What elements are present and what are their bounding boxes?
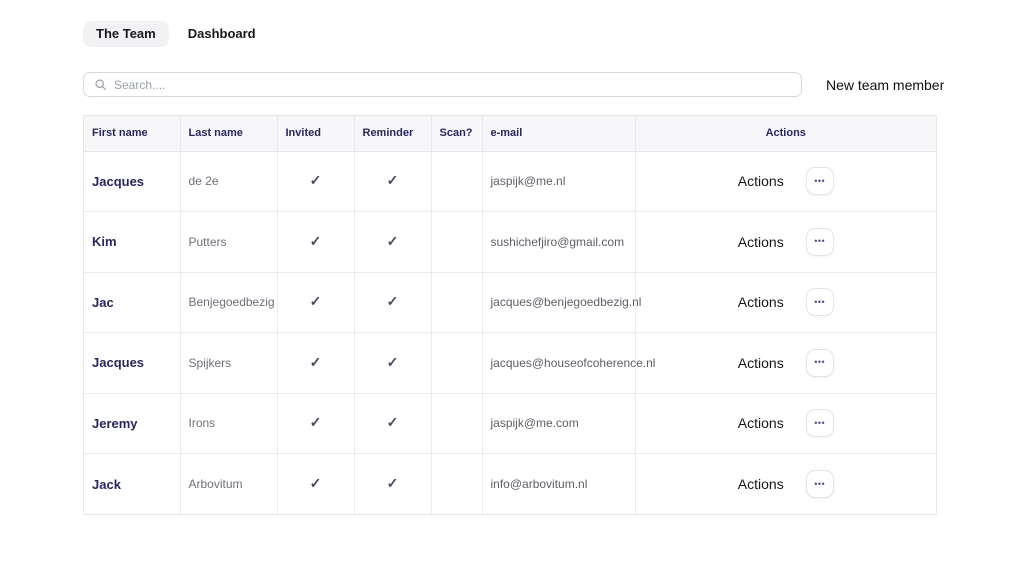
email-cell: jacques@benjegoedbezig.nl (482, 272, 635, 333)
invited-cell: ✓ (277, 151, 354, 212)
email-cell: jacques@houseofcoherence.nl (482, 333, 635, 394)
row-menu-button[interactable]: ••• (806, 288, 834, 316)
actions-cell: Actions ••• (635, 151, 936, 212)
actions-label: Actions (738, 355, 784, 371)
actions-label: Actions (738, 415, 784, 431)
invited-cell: ✓ (277, 393, 354, 454)
scan-cell (431, 212, 482, 273)
last-name-cell: de 2e (180, 151, 277, 212)
reminder-cell: ✓ (354, 212, 431, 273)
first-name-cell: Jac (84, 272, 180, 333)
actions-label: Actions (738, 173, 784, 189)
first-name-cell: Jacques (84, 333, 180, 394)
reminder-cell: ✓ (354, 454, 431, 515)
invited-cell: ✓ (277, 272, 354, 333)
row-menu-button[interactable]: ••• (806, 167, 834, 195)
check-icon: ✓ (387, 293, 399, 309)
reminder-cell: ✓ (354, 333, 431, 394)
check-icon: ✓ (310, 172, 322, 188)
scan-cell (431, 151, 482, 212)
check-icon: ✓ (310, 414, 322, 430)
actions-cell: Actions ••• (635, 393, 936, 454)
table-row: Jac Benjegoedbezig ✓ ✓ jacques@benjegoed… (84, 272, 936, 333)
ellipsis-icon: ••• (814, 237, 825, 246)
team-table: First name Last name Invited Reminder Sc… (83, 115, 937, 515)
toolbar: New team member (83, 72, 937, 97)
actions-cell: Actions ••• (635, 212, 936, 273)
ellipsis-icon: ••• (814, 419, 825, 428)
check-icon: ✓ (387, 475, 399, 491)
tab-the-team[interactable]: The Team (83, 21, 169, 47)
row-menu-button[interactable]: ••• (806, 470, 834, 498)
header-last-name: Last name (180, 116, 277, 151)
first-name-cell: Kim (84, 212, 180, 273)
email-cell: jaspijk@me.nl (482, 151, 635, 212)
new-team-member-button[interactable]: New team member (826, 77, 944, 93)
tab-bar: The Team Dashboard (83, 21, 937, 47)
first-name-cell: Jack (84, 454, 180, 515)
row-menu-button[interactable]: ••• (806, 409, 834, 437)
table-row: Jack Arbovitum ✓ ✓ info@arbovitum.nl Act… (84, 454, 936, 515)
last-name-cell: Benjegoedbezig (180, 272, 277, 333)
ellipsis-icon: ••• (814, 358, 825, 367)
email-cell: jaspijk@me.com (482, 393, 635, 454)
invited-cell: ✓ (277, 333, 354, 394)
header-email: e-mail (482, 116, 635, 151)
invited-cell: ✓ (277, 212, 354, 273)
row-menu-button[interactable]: ••• (806, 349, 834, 377)
check-icon: ✓ (310, 475, 322, 491)
scan-cell (431, 454, 482, 515)
check-icon: ✓ (310, 293, 322, 309)
first-name-cell: Jeremy (84, 393, 180, 454)
reminder-cell: ✓ (354, 393, 431, 454)
search-box[interactable] (83, 72, 802, 97)
actions-label: Actions (738, 294, 784, 310)
table-header-row: First name Last name Invited Reminder Sc… (84, 116, 936, 151)
tab-dashboard[interactable]: Dashboard (175, 21, 269, 47)
header-reminder: Reminder (354, 116, 431, 151)
last-name-cell: Irons (180, 393, 277, 454)
header-actions: Actions (635, 116, 936, 151)
check-icon: ✓ (387, 354, 399, 370)
header-first-name: First name (84, 116, 180, 151)
email-cell: sushichefjiro@gmail.com (482, 212, 635, 273)
page: The Team Dashboard New team member (0, 0, 1035, 515)
table-row: Jacques Spijkers ✓ ✓ jacques@houseofcohe… (84, 333, 936, 394)
scan-cell (431, 333, 482, 394)
reminder-cell: ✓ (354, 272, 431, 333)
actions-cell: Actions ••• (635, 333, 936, 394)
ellipsis-icon: ••• (814, 298, 825, 307)
reminder-cell: ✓ (354, 151, 431, 212)
actions-cell: Actions ••• (635, 454, 936, 515)
search-input[interactable] (114, 78, 793, 92)
first-name-cell: Jacques (84, 151, 180, 212)
check-icon: ✓ (310, 233, 322, 249)
actions-label: Actions (738, 234, 784, 250)
check-icon: ✓ (310, 354, 322, 370)
email-cell: info@arbovitum.nl (482, 454, 635, 515)
last-name-cell: Putters (180, 212, 277, 273)
ellipsis-icon: ••• (814, 177, 825, 186)
search-icon (94, 78, 107, 91)
table-row: Kim Putters ✓ ✓ sushichefjiro@gmail.com … (84, 212, 936, 273)
last-name-cell: Spijkers (180, 333, 277, 394)
row-menu-button[interactable]: ••• (806, 228, 834, 256)
scan-cell (431, 393, 482, 454)
check-icon: ✓ (387, 233, 399, 249)
actions-cell: Actions ••• (635, 272, 936, 333)
scan-cell (431, 272, 482, 333)
check-icon: ✓ (387, 172, 399, 188)
last-name-cell: Arbovitum (180, 454, 277, 515)
header-invited: Invited (277, 116, 354, 151)
table-row: Jacques de 2e ✓ ✓ jaspijk@me.nl Actions … (84, 151, 936, 212)
header-scan: Scan? (431, 116, 482, 151)
table-row: Jeremy Irons ✓ ✓ jaspijk@me.com Actions … (84, 393, 936, 454)
check-icon: ✓ (387, 414, 399, 430)
ellipsis-icon: ••• (814, 480, 825, 489)
actions-label: Actions (738, 476, 784, 492)
invited-cell: ✓ (277, 454, 354, 515)
